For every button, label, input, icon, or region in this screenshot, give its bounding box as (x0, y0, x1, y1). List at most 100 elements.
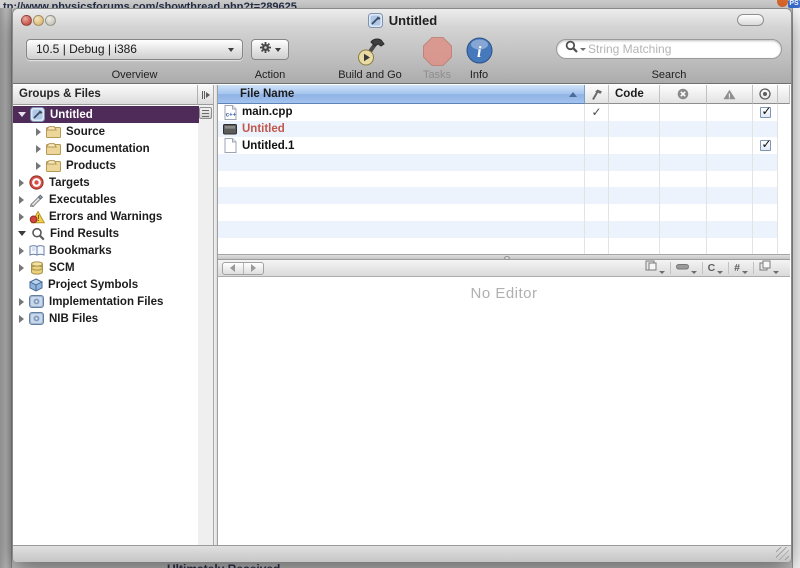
chevron-down-icon (773, 271, 779, 274)
sidebar-item-executables[interactable]: Executables (13, 191, 199, 208)
info-label: Info (466, 69, 492, 81)
editor-area: No Editor (218, 277, 790, 545)
counterpart-icon (645, 260, 657, 274)
disclosure-triangle-icon[interactable] (18, 231, 26, 236)
sidebar-item-label: Untitled (50, 109, 93, 121)
sidebar-header[interactable]: Groups & Files (13, 85, 198, 105)
toolbar-toggle-pill-button[interactable] (737, 14, 764, 26)
split-handle-icon (204, 91, 205, 99)
copy-menu[interactable] (753, 262, 784, 274)
sidebar-item-project-symbols[interactable]: Project Symbols (13, 276, 199, 293)
sidebar-item-untitled[interactable]: Untitled (13, 106, 199, 123)
history-nav-control (222, 262, 264, 275)
file-name-cell: Untitled (218, 121, 585, 138)
target-membership-checkbox[interactable]: ✓ (760, 107, 771, 118)
column-header-errors[interactable] (660, 85, 707, 104)
counterpart-menu[interactable] (640, 262, 670, 274)
chevron-down-icon (717, 271, 723, 274)
sidebar-menu-button[interactable] (199, 107, 212, 119)
table-row-Untitled.1[interactable]: Untitled.1 ✓ (218, 137, 790, 154)
bookmark-menu-menu[interactable] (670, 262, 702, 274)
warning-icon: ! (28, 209, 45, 224)
disclosure-triangle-icon[interactable] (19, 196, 24, 204)
file-name-cell: Untitled.1 (218, 137, 585, 154)
background-browser-right-edge (792, 8, 800, 568)
chevron-down-icon (659, 271, 665, 274)
sidebar-scrollbar-track[interactable] (198, 85, 213, 545)
disclosure-triangle-icon[interactable] (19, 264, 24, 272)
disclosure-triangle-icon[interactable] (19, 213, 24, 221)
folder-icon (45, 124, 62, 139)
column-header-target[interactable] (753, 85, 778, 104)
background-url-text: tp://www.physicsforums.com/showthread.ph… (3, 1, 297, 8)
forward-button[interactable] (243, 263, 264, 274)
file-name-cell: c++main.cpp (218, 104, 585, 121)
disclosure-triangle-icon[interactable] (36, 145, 41, 153)
resize-grip[interactable] (776, 547, 789, 560)
editor-navigation-bar: C# (218, 260, 790, 277)
file-name-label: Untitled.1 (242, 140, 294, 152)
background-favicon (777, 0, 788, 7)
background-browser-bottom-edge: Ultimately Received (12, 562, 792, 568)
disclosure-triangle-icon[interactable] (36, 128, 41, 136)
back-button[interactable] (223, 263, 243, 274)
column-header-warnings[interactable]: ! (707, 85, 753, 104)
column-header-file-name[interactable]: File Name (218, 85, 585, 104)
copy-icon (759, 260, 771, 274)
search-field[interactable] (556, 39, 782, 59)
action-button[interactable] (251, 39, 289, 60)
sidebar-item-label: Project Symbols (48, 279, 138, 291)
class-popup-menu[interactable]: C (702, 262, 729, 274)
tasks-button[interactable] (422, 36, 453, 72)
window-title: Untitled (389, 13, 437, 28)
table-row-Untitled[interactable]: Untitled (218, 121, 790, 138)
search-input[interactable] (588, 42, 773, 56)
overview-popup-button[interactable]: 10.5 | Debug | i386 (26, 39, 243, 60)
disclosure-triangle-icon[interactable] (19, 315, 24, 323)
disclosure-triangle-icon[interactable] (19, 247, 24, 255)
table-row-empty (218, 171, 790, 188)
line-popup-menu[interactable]: # (728, 262, 753, 274)
sidebar-item-documentation[interactable]: Documentation (13, 140, 199, 157)
sidebar-item-label: Source (66, 126, 105, 138)
sidebar-split-handle[interactable] (198, 85, 213, 105)
disclosure-triangle-icon[interactable] (36, 162, 41, 170)
search-scope-chevron-icon[interactable] (580, 48, 586, 51)
forward-arrow-icon (251, 264, 256, 272)
sidebar-item-errors-and-warnings[interactable]: !Errors and Warnings (13, 208, 199, 225)
titlebar[interactable]: Untitled (13, 12, 791, 29)
folder-icon (45, 141, 62, 156)
info-button[interactable]: i (466, 37, 493, 69)
file-name-label: main.cpp (242, 106, 292, 118)
chevron-down-icon (742, 271, 748, 274)
sidebar-item-bookmarks[interactable]: Bookmarks (13, 242, 199, 259)
sidebar-item-targets[interactable]: Targets (13, 174, 199, 191)
sidebar-item-label: Executables (49, 194, 116, 206)
search-icon[interactable] (565, 40, 578, 58)
sidebar-item-nib-files[interactable]: NIB Files (13, 310, 199, 327)
target-membership-checkbox[interactable]: ✓ (760, 140, 771, 151)
chevron-down-icon (691, 271, 697, 274)
disclosure-triangle-icon[interactable] (18, 112, 26, 117)
sidebar-item-products[interactable]: Products (13, 157, 199, 174)
editor-nav-menus: C# (640, 260, 784, 276)
build-and-go-button[interactable] (352, 34, 392, 73)
cube-icon (27, 277, 44, 292)
project-tree: Untitled Source DocumentationProductsTarge… (13, 106, 199, 327)
sidebar-item-find-results[interactable]: Find Results (13, 225, 199, 242)
column-header-build[interactable] (585, 85, 609, 104)
detail-pane: File NameCode! c++main.cpp✓✓UntitledUnti… (218, 85, 791, 545)
sidebar-item-source[interactable]: Source (13, 123, 199, 140)
blank-doc-icon (221, 138, 239, 153)
table-row-main.cpp[interactable]: c++main.cpp✓✓ (218, 104, 790, 121)
overview-popup-value: 10.5 | Debug | i386 (36, 42, 137, 56)
table-row-empty (218, 187, 790, 204)
target-gray-icon (753, 88, 777, 100)
disclosure-triangle-icon[interactable] (19, 298, 24, 306)
bookmark-menu-icon (676, 262, 689, 274)
sidebar-item-scm[interactable]: SCM (13, 259, 199, 276)
column-header-code[interactable]: Code (609, 85, 660, 104)
disclosure-triangle-icon[interactable] (19, 179, 24, 187)
sidebar-item-implementation-files[interactable]: Implementation Files (13, 293, 199, 310)
xcode-project-icon (29, 107, 46, 122)
